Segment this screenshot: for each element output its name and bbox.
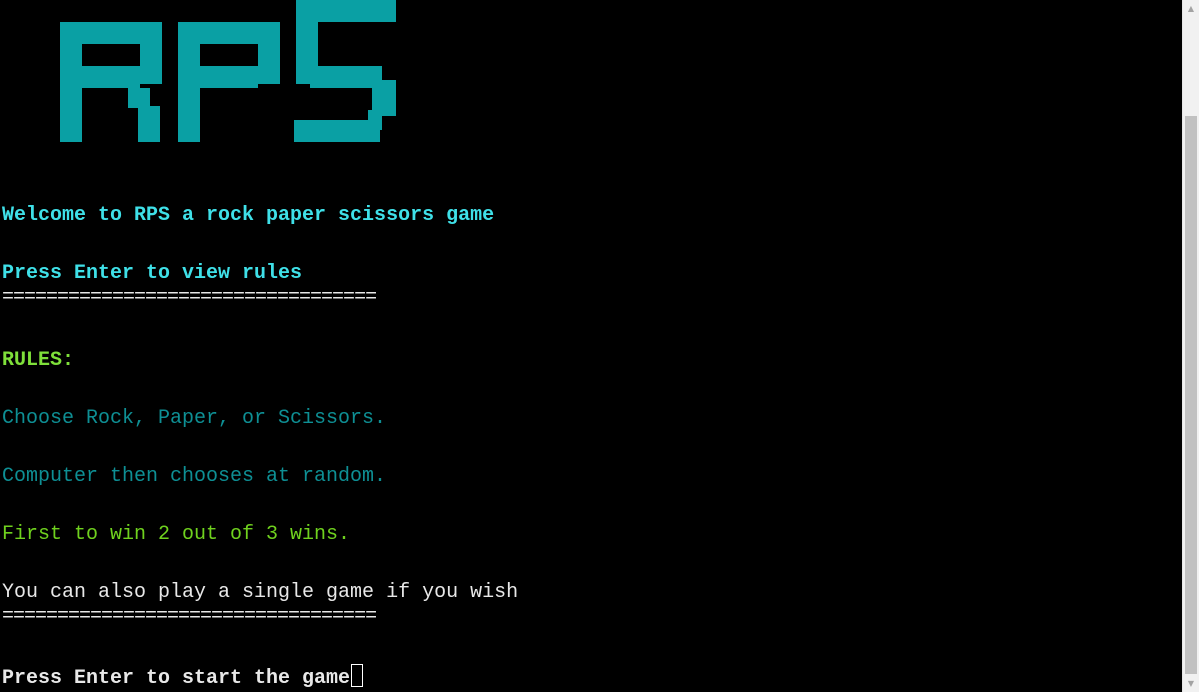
rps-logo-art — [60, 0, 396, 142]
window-bottom-edge — [0, 692, 1199, 696]
terminal-window: Welcome to RPS a rock paper scissors gam… — [0, 0, 1199, 696]
welcome-message: Welcome to RPS a rock paper scissors gam… — [2, 204, 495, 227]
vertical-scrollbar[interactable]: ▲ ▼ — [1182, 0, 1199, 692]
rule-single-game: You can also play a single game if you w… — [2, 581, 519, 604]
divider-bottom: ================================== — [2, 605, 377, 628]
rule-best-of-three: First to win 2 out of 3 wins. — [2, 523, 351, 546]
divider-top: ================================== — [2, 286, 377, 309]
start-game-prompt-text: Press Enter to start the game — [2, 667, 351, 690]
press-enter-rules-prompt: Press Enter to view rules — [2, 262, 303, 285]
rule-computer-random: Computer then chooses at random. — [2, 465, 387, 488]
rps-block-logo — [0, 0, 1182, 150]
scrollbar-thumb[interactable] — [1185, 116, 1197, 674]
rule-choose: Choose Rock, Paper, or Scissors. — [2, 407, 387, 430]
text-cursor[interactable] — [351, 664, 364, 687]
triangle-down-icon[interactable]: ▼ — [1183, 675, 1199, 692]
start-game-prompt: Press Enter to start the game — [2, 664, 364, 692]
rules-heading: RULES: — [2, 349, 75, 372]
terminal-output[interactable]: Welcome to RPS a rock paper scissors gam… — [0, 0, 1182, 692]
triangle-up-icon[interactable]: ▲ — [1183, 0, 1199, 17]
